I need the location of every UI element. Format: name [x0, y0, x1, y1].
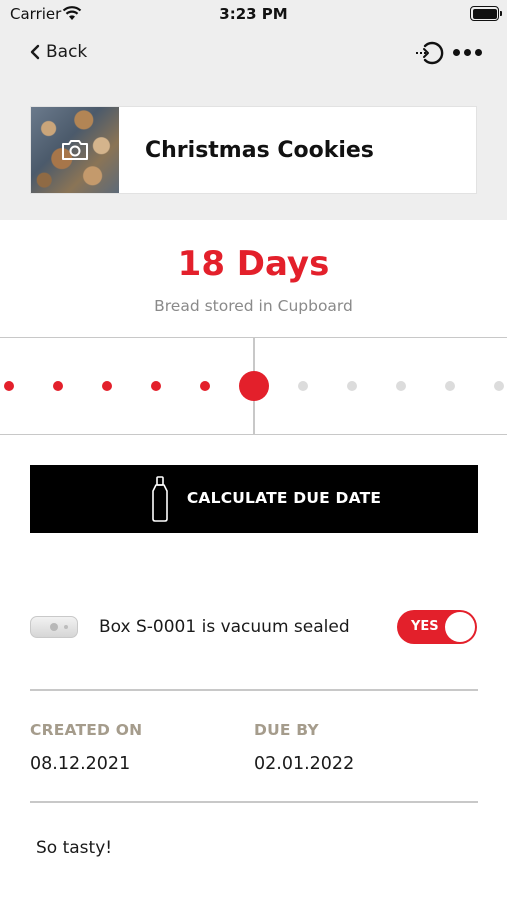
due-by-value: 02.01.2022: [254, 754, 355, 774]
created-on-value: 08.12.2021: [30, 754, 131, 774]
timeline-dot: [347, 381, 357, 391]
storage-timeline[interactable]: [0, 337, 507, 435]
due-by-heading: DUE BY: [254, 721, 319, 739]
timeline-dot: [102, 381, 112, 391]
notes-text[interactable]: So tasty!: [36, 838, 112, 858]
chevron-left-icon: [30, 44, 40, 60]
timeline-dot: [200, 381, 210, 391]
vacuum-seal-label: Box S-0001 is vacuum sealed: [99, 617, 350, 637]
days-stored-label: 18 Days: [177, 244, 330, 284]
created-on-heading: CREATED ON: [30, 721, 143, 739]
timeline-dot: [494, 381, 504, 391]
timeline-dot: [4, 381, 14, 391]
divider: [30, 689, 478, 691]
exit-icon[interactable]: [414, 40, 444, 66]
divider: [30, 801, 478, 803]
back-button[interactable]: Back: [28, 42, 87, 62]
storage-description: Bread stored in Cupboard: [154, 297, 353, 315]
timeline-dot: [396, 381, 406, 391]
timeline-dot: [298, 381, 308, 391]
navigation-bar: Back: [0, 30, 507, 80]
timeline-dot: [151, 381, 161, 391]
timeline-dot: [445, 381, 455, 391]
item-title: Christmas Cookies: [145, 137, 374, 163]
item-photo[interactable]: [31, 107, 119, 193]
calculate-due-date-button[interactable]: CALCULATE DUE DATE: [30, 465, 478, 533]
camera-icon: [62, 140, 88, 160]
toggle-knob: [445, 612, 475, 642]
vacuum-seal-row: Box S-0001 is vacuum sealed YES: [30, 608, 478, 648]
battery-icon: [470, 6, 502, 21]
status-time: 3:23 PM: [219, 5, 288, 23]
calculate-due-date-label: CALCULATE DUE DATE: [186, 489, 382, 507]
timeline-dot: [53, 381, 63, 391]
bottle-icon: [152, 476, 168, 522]
more-options-icon[interactable]: [452, 45, 484, 59]
back-label: Back: [46, 42, 88, 62]
toggle-label: YES: [411, 619, 439, 634]
item-card: Christmas Cookies: [30, 106, 477, 194]
timeline-current-dot: [239, 371, 269, 401]
vacuum-seal-toggle[interactable]: YES: [397, 610, 477, 644]
vacuum-sensor-icon: [30, 616, 78, 638]
status-bar: Carrier 3:23 PM: [0, 0, 507, 30]
